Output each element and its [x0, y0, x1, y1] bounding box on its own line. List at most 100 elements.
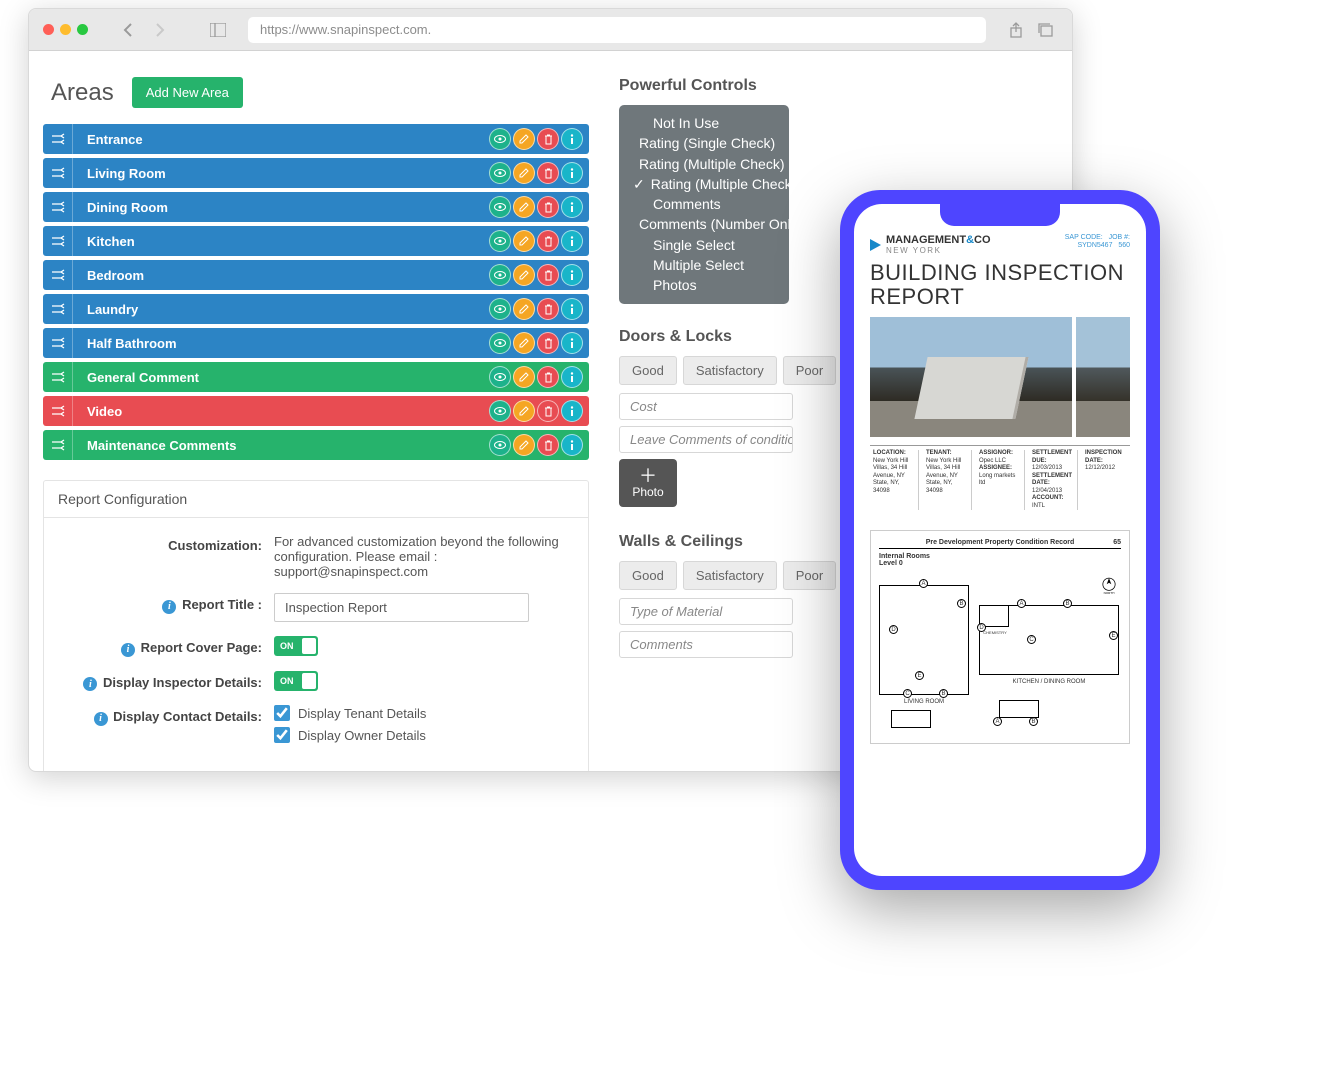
drag-handle-icon[interactable]: [43, 192, 73, 222]
controls-menu[interactable]: Not In UseRating (Single Check)Rating (M…: [619, 105, 789, 304]
report-title-input[interactable]: [274, 593, 529, 622]
area-row[interactable]: Entrance: [43, 124, 589, 154]
view-icon[interactable]: [489, 162, 511, 184]
control-option[interactable]: ✓Rating (Multiple Check With Colour): [633, 174, 775, 194]
rating-pill[interactable]: Poor: [783, 356, 836, 385]
tabs-icon[interactable]: [1034, 18, 1058, 42]
edit-icon[interactable]: [513, 400, 535, 422]
area-row[interactable]: Video: [43, 396, 589, 426]
info-icon[interactable]: [561, 162, 583, 184]
area-row[interactable]: General Comment: [43, 362, 589, 392]
back-button[interactable]: [116, 18, 140, 42]
info-icon[interactable]: [561, 298, 583, 320]
add-area-button[interactable]: Add New Area: [132, 77, 243, 108]
minimize-icon[interactable]: [60, 24, 71, 35]
close-icon[interactable]: [43, 24, 54, 35]
view-icon[interactable]: [489, 366, 511, 388]
control-option[interactable]: Rating (Single Check): [633, 133, 775, 153]
view-icon[interactable]: [489, 298, 511, 320]
forward-button[interactable]: [148, 18, 172, 42]
info-icon[interactable]: [561, 366, 583, 388]
area-row[interactable]: Kitchen: [43, 226, 589, 256]
drag-handle-icon[interactable]: [43, 226, 73, 256]
info-icon[interactable]: [561, 196, 583, 218]
drag-handle-icon[interactable]: [43, 362, 73, 392]
text-field[interactable]: Type of Material: [619, 598, 793, 625]
area-row[interactable]: Half Bathroom: [43, 328, 589, 358]
info-icon[interactable]: [561, 434, 583, 456]
maximize-icon[interactable]: [77, 24, 88, 35]
area-row[interactable]: Living Room: [43, 158, 589, 188]
rating-pill[interactable]: Good: [619, 561, 677, 590]
info-icon[interactable]: [561, 400, 583, 422]
control-option[interactable]: Multiple Select: [633, 255, 775, 275]
control-option[interactable]: Comments (Number Only): [633, 214, 775, 234]
control-option[interactable]: Photos: [633, 275, 775, 295]
view-icon[interactable]: [489, 434, 511, 456]
view-icon[interactable]: [489, 264, 511, 286]
delete-icon[interactable]: [537, 162, 559, 184]
rating-pill[interactable]: Good: [619, 356, 677, 385]
control-option[interactable]: Comments: [633, 194, 775, 214]
drag-handle-icon[interactable]: [43, 158, 73, 188]
area-row[interactable]: Laundry: [43, 294, 589, 324]
edit-icon[interactable]: [513, 196, 535, 218]
text-field[interactable]: Cost: [619, 393, 793, 420]
delete-icon[interactable]: [537, 332, 559, 354]
info-icon[interactable]: [561, 230, 583, 252]
info-icon[interactable]: i: [121, 643, 135, 657]
inspector-details-toggle[interactable]: ON: [274, 671, 318, 691]
edit-icon[interactable]: [513, 434, 535, 456]
delete-icon[interactable]: [537, 434, 559, 456]
edit-icon[interactable]: [513, 264, 535, 286]
control-option[interactable]: Not In Use: [633, 113, 775, 133]
delete-icon[interactable]: [537, 366, 559, 388]
info-icon[interactable]: [561, 128, 583, 150]
drag-handle-icon[interactable]: [43, 328, 73, 358]
control-option[interactable]: Rating (Multiple Check): [633, 154, 775, 174]
address-bar[interactable]: https://www.snapinspect.com.: [248, 17, 986, 43]
delete-icon[interactable]: [537, 196, 559, 218]
add-photo-button[interactable]: ＋ Photo: [619, 459, 677, 507]
rating-pill[interactable]: Poor: [783, 561, 836, 590]
delete-icon[interactable]: [537, 128, 559, 150]
edit-icon[interactable]: [513, 332, 535, 354]
owner-checkbox[interactable]: Display Owner Details: [274, 727, 568, 743]
share-icon[interactable]: [1004, 18, 1028, 42]
view-icon[interactable]: [489, 332, 511, 354]
rating-pill[interactable]: Satisfactory: [683, 561, 777, 590]
edit-icon[interactable]: [513, 162, 535, 184]
drag-handle-icon[interactable]: [43, 260, 73, 290]
delete-icon[interactable]: [537, 298, 559, 320]
text-field[interactable]: Leave Comments of condition: [619, 426, 793, 453]
cover-page-toggle[interactable]: ON: [274, 636, 318, 656]
edit-icon[interactable]: [513, 298, 535, 320]
drag-handle-icon[interactable]: [43, 124, 73, 154]
info-icon[interactable]: i: [162, 600, 176, 614]
area-row[interactable]: Bedroom: [43, 260, 589, 290]
area-row[interactable]: Dining Room: [43, 192, 589, 222]
info-icon[interactable]: i: [83, 677, 97, 691]
info-icon[interactable]: [561, 264, 583, 286]
control-option[interactable]: Single Select: [633, 235, 775, 255]
edit-icon[interactable]: [513, 230, 535, 252]
edit-icon[interactable]: [513, 366, 535, 388]
view-icon[interactable]: [489, 230, 511, 252]
drag-handle-icon[interactable]: [43, 294, 73, 324]
info-icon[interactable]: [561, 332, 583, 354]
view-icon[interactable]: [489, 400, 511, 422]
info-icon[interactable]: i: [94, 712, 108, 726]
drag-handle-icon[interactable]: [43, 430, 73, 460]
delete-icon[interactable]: [537, 400, 559, 422]
area-row[interactable]: Maintenance Comments: [43, 430, 589, 460]
sidebar-icon[interactable]: [206, 18, 230, 42]
view-icon[interactable]: [489, 128, 511, 150]
view-icon[interactable]: [489, 196, 511, 218]
rating-pill[interactable]: Satisfactory: [683, 356, 777, 385]
delete-icon[interactable]: [537, 264, 559, 286]
text-field[interactable]: Comments: [619, 631, 793, 658]
edit-icon[interactable]: [513, 128, 535, 150]
tenant-checkbox[interactable]: Display Tenant Details: [274, 705, 568, 721]
delete-icon[interactable]: [537, 230, 559, 252]
drag-handle-icon[interactable]: [43, 396, 73, 426]
